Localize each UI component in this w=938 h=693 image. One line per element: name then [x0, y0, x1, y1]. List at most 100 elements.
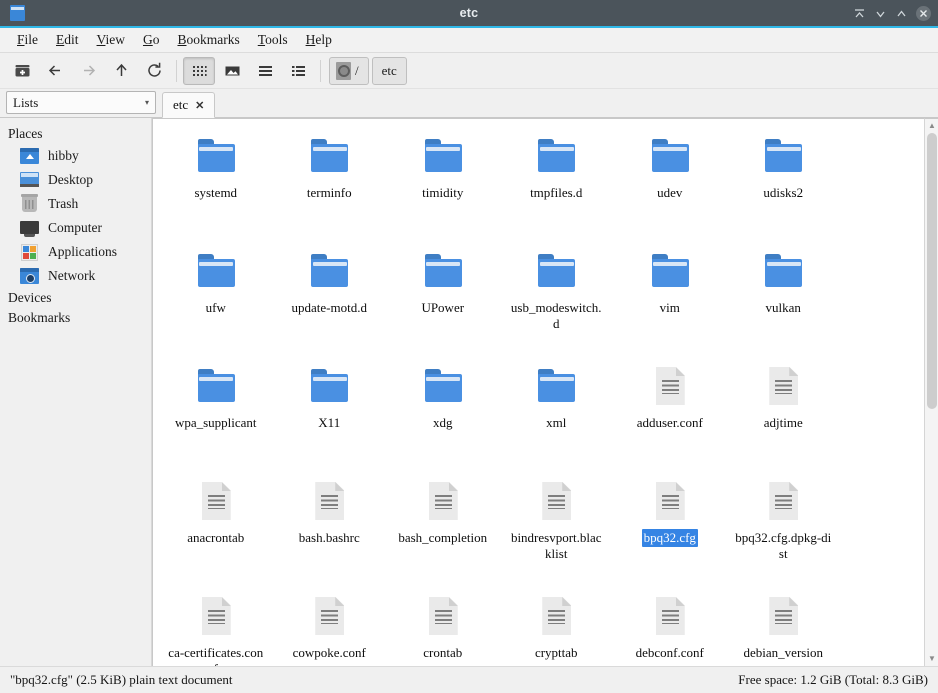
grid-icon[interactable]: [183, 57, 215, 85]
folder-icon: [532, 365, 580, 409]
sidebar-item-label: Trash: [48, 196, 78, 212]
menu-go[interactable]: Go: [134, 30, 169, 50]
file-item[interactable]: bpq32.cfg.dpkg-dist: [727, 478, 841, 585]
minimize-button[interactable]: [870, 2, 890, 24]
folder-icon: [419, 135, 467, 179]
folder-item[interactable]: terminfo: [273, 133, 387, 240]
maximize-button[interactable]: [891, 2, 911, 24]
folder-item[interactable]: UPower: [386, 248, 500, 355]
text-file-icon: [305, 480, 353, 524]
window-folder-icon: [7, 2, 29, 24]
menu-help[interactable]: Help: [297, 30, 341, 50]
file-item[interactable]: debconf.conf: [613, 593, 727, 666]
folder-item[interactable]: udev: [613, 133, 727, 240]
text-file-icon: [532, 595, 580, 639]
file-item[interactable]: crontab: [386, 593, 500, 666]
folder-item[interactable]: timidity: [386, 133, 500, 240]
sidebar-item-network[interactable]: Network: [0, 264, 151, 288]
folder-item[interactable]: vulkan: [727, 248, 841, 355]
image-icon[interactable]: [216, 57, 248, 85]
folder-icon: [192, 135, 240, 179]
folder-item[interactable]: usb_modeswitch.d: [500, 248, 614, 355]
sidebar-item-label: Applications: [48, 244, 117, 260]
file-item[interactable]: adduser.conf: [613, 363, 727, 470]
folder-icon: [532, 135, 580, 179]
folder-item[interactable]: wpa_supplicant: [159, 363, 273, 470]
tab-etc[interactable]: etc ✕: [162, 92, 215, 118]
folder-icon: [305, 365, 353, 409]
path-etc-button[interactable]: etc: [372, 57, 407, 85]
file-item[interactable]: debian_version: [727, 593, 841, 666]
chevron-down-icon: ▾: [145, 98, 149, 107]
folder-item[interactable]: tmpfiles.d: [500, 133, 614, 240]
sidebar-item-desktop[interactable]: Desktop: [0, 168, 151, 192]
sidebar-mode-select[interactable]: Lists ▾: [6, 91, 156, 114]
file-item[interactable]: bash.bashrc: [273, 478, 387, 585]
sidebar-section-bookmarks[interactable]: Bookmarks: [0, 308, 151, 328]
text-file-icon: [305, 595, 353, 639]
text-file-icon: [192, 595, 240, 639]
menu-tools[interactable]: Tools: [249, 30, 297, 50]
scroll-down-icon[interactable]: ▼: [928, 655, 936, 663]
toolbar-separator-2: [320, 60, 321, 82]
toolbar-separator: [176, 60, 177, 82]
path-root-button[interactable]: /: [329, 57, 369, 85]
file-manager-window: etc File Edit View Go Bookmarks Tools He…: [0, 0, 938, 693]
arrow-right-icon[interactable]: [72, 57, 104, 85]
new-window-plus-icon[interactable]: [6, 57, 38, 85]
item-label: udev: [655, 184, 684, 202]
file-item[interactable]: bash_completion: [386, 478, 500, 585]
menu-edit[interactable]: Edit: [47, 30, 88, 50]
file-item[interactable]: bpq32.cfg: [613, 478, 727, 585]
folder-item[interactable]: udisks2: [727, 133, 841, 240]
list-lines-icon[interactable]: [249, 57, 281, 85]
scroll-up-icon[interactable]: ▲: [928, 122, 936, 130]
folder-item[interactable]: xdg: [386, 363, 500, 470]
menu-bookmarks[interactable]: Bookmarks: [168, 30, 248, 50]
menu-view[interactable]: View: [88, 30, 134, 50]
close-icon[interactable]: ✕: [195, 99, 204, 112]
scrollbar-thumb[interactable]: [927, 133, 937, 409]
item-label: debconf.conf: [634, 644, 706, 662]
sidebar-item-trash[interactable]: Trash: [0, 192, 151, 216]
file-item[interactable]: cowpoke.conf: [273, 593, 387, 666]
sidebar-item-hibby[interactable]: hibby: [0, 144, 151, 168]
item-label: usb_modeswitch.d: [506, 299, 607, 332]
text-file-icon: [646, 595, 694, 639]
sidebar-item-computer[interactable]: Computer: [0, 216, 151, 240]
file-item[interactable]: bindresvport.blacklist: [500, 478, 614, 585]
folder-icon: [646, 135, 694, 179]
file-item[interactable]: adjtime: [727, 363, 841, 470]
item-label: bindresvport.blacklist: [506, 529, 607, 562]
file-view[interactable]: systemd terminfo timidity tmpfiles.d udev udi…: [152, 118, 924, 666]
applications-icon: [20, 243, 40, 261]
sidebar-item-label: hibby: [48, 148, 79, 164]
file-item[interactable]: ca-certificates.conf: [159, 593, 273, 666]
shade-button[interactable]: [849, 2, 869, 24]
sidebar-section-devices[interactable]: Devices: [0, 288, 151, 308]
folder-item[interactable]: systemd: [159, 133, 273, 240]
folder-item[interactable]: ufw: [159, 248, 273, 355]
detail-list-icon[interactable]: [282, 57, 314, 85]
file-item[interactable]: crypttab: [500, 593, 614, 666]
text-file-icon: [759, 595, 807, 639]
folder-item[interactable]: xml: [500, 363, 614, 470]
folder-item[interactable]: vim: [613, 248, 727, 355]
item-label: udisks2: [761, 184, 805, 202]
folder-item[interactable]: update-motd.d: [273, 248, 387, 355]
file-item[interactable]: anacrontab: [159, 478, 273, 585]
arrow-up-icon[interactable]: [105, 57, 137, 85]
item-label: terminfo: [305, 184, 354, 202]
folder-item[interactable]: X11: [273, 363, 387, 470]
item-label: cowpoke.conf: [291, 644, 368, 662]
vertical-scrollbar[interactable]: ▲ ▼: [924, 118, 938, 666]
status-free-space: Free space: 1.2 GiB (Total: 8.3 GiB): [738, 672, 928, 688]
arrow-left-icon[interactable]: [39, 57, 71, 85]
close-button[interactable]: [912, 2, 934, 24]
item-label: tmpfiles.d: [528, 184, 584, 202]
item-label: anacrontab: [185, 529, 246, 547]
item-label: systemd: [192, 184, 239, 202]
sidebar-item-applications[interactable]: Applications: [0, 240, 151, 264]
menu-file[interactable]: File: [8, 30, 47, 50]
reload-icon[interactable]: [138, 57, 170, 85]
